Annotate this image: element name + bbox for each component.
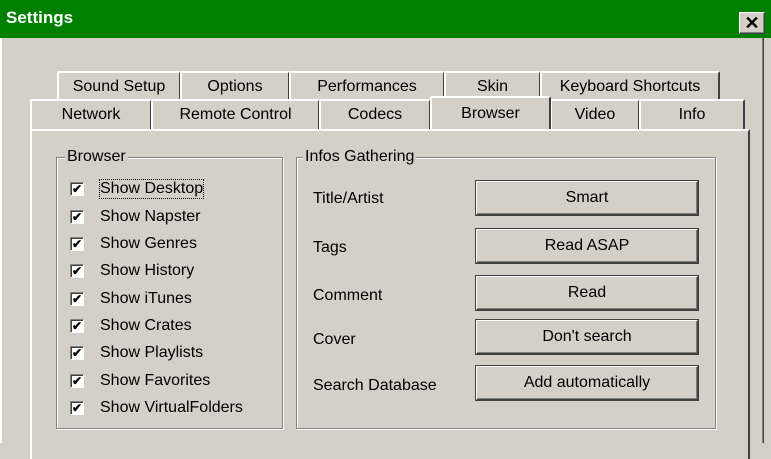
checkbox-label: Show Genres <box>100 235 197 252</box>
checkbox-show-favorites[interactable]: ✔ Show Favorites <box>70 369 210 393</box>
window-title: Settings <box>6 8 74 27</box>
tab-options[interactable]: Options <box>180 71 290 101</box>
tab-browser[interactable]: Browser <box>430 96 551 129</box>
check-icon: ✔ <box>71 292 83 306</box>
checkbox-box[interactable]: ✔ <box>70 210 84 224</box>
tab-network[interactable]: Network <box>30 99 152 129</box>
checkbox-label: Show Desktop <box>98 179 205 199</box>
checkbox-show-desktop[interactable]: ✔ Show Desktop <box>70 177 205 201</box>
check-icon: ✔ <box>71 374 83 388</box>
cover-label: Cover <box>313 331 356 348</box>
window-frame-right <box>763 38 764 443</box>
window-frame-left <box>0 38 2 443</box>
check-icon: ✔ <box>71 346 83 360</box>
checkbox-show-itunes[interactable]: ✔ Show iTunes <box>70 287 192 311</box>
tab-performances[interactable]: Performances <box>289 71 445 101</box>
check-icon: ✔ <box>71 401 83 415</box>
tags-button[interactable]: Read ASAP <box>476 229 698 263</box>
checkbox-box[interactable]: ✔ <box>70 374 84 388</box>
checkbox-label: Show History <box>100 262 195 279</box>
search-database-label: Search Database <box>313 377 437 394</box>
checkbox-show-napster[interactable]: ✔ Show Napster <box>70 205 201 229</box>
tab-remote-control[interactable]: Remote Control <box>151 99 320 129</box>
checkbox-show-genres[interactable]: ✔ Show Genres <box>70 232 197 256</box>
tab-codecs[interactable]: Codecs <box>319 99 431 129</box>
check-icon: ✔ <box>71 264 83 278</box>
checkbox-show-crates[interactable]: ✔ Show Crates <box>70 314 192 338</box>
checkbox-label: Show VirtualFolders <box>100 399 243 416</box>
title-artist-label: Title/Artist <box>313 190 384 207</box>
search-database-button[interactable]: Add automatically <box>476 366 698 400</box>
tab-sound-setup[interactable]: Sound Setup <box>57 71 181 101</box>
check-icon: ✔ <box>71 319 83 333</box>
checkbox-box[interactable]: ✔ <box>70 346 84 360</box>
check-icon: ✔ <box>71 210 83 224</box>
checkbox-box[interactable]: ✔ <box>70 237 84 251</box>
check-icon: ✔ <box>71 237 83 251</box>
checkbox-label: Show Crates <box>100 317 192 334</box>
infos-group-label: Infos Gathering <box>303 147 417 167</box>
checkbox-box[interactable]: ✔ <box>70 264 84 278</box>
checkbox-show-virtualfolders[interactable]: ✔ Show VirtualFolders <box>70 396 243 420</box>
checkbox-label: Show Playlists <box>100 344 204 361</box>
comment-button[interactable]: Read <box>476 276 698 310</box>
browser-group-label: Browser <box>65 147 128 167</box>
title-artist-button[interactable]: Smart <box>476 181 698 215</box>
tab-keyboard-shortcuts[interactable]: Keyboard Shortcuts <box>540 71 720 101</box>
checkbox-show-playlists[interactable]: ✔ Show Playlists <box>70 341 203 365</box>
checkbox-label: Show Favorites <box>100 372 211 389</box>
comment-label: Comment <box>313 287 383 304</box>
tags-label: Tags <box>313 239 347 256</box>
checkbox-label: Show Napster <box>100 208 201 225</box>
tab-info[interactable]: Info <box>639 99 745 129</box>
checkbox-box[interactable]: ✔ <box>70 401 84 415</box>
checkbox-label: Show iTunes <box>100 290 192 307</box>
close-button[interactable]: ✕ <box>739 12 765 34</box>
title-bar: Settings ✕ <box>0 0 771 38</box>
checkbox-show-history[interactable]: ✔ Show History <box>70 259 194 283</box>
checkbox-box[interactable]: ✔ <box>70 292 84 306</box>
close-icon: ✕ <box>744 13 760 33</box>
check-icon: ✔ <box>71 182 83 196</box>
checkbox-box[interactable]: ✔ <box>70 319 84 333</box>
cover-button[interactable]: Don't search <box>476 320 698 354</box>
tab-video[interactable]: Video <box>550 99 640 129</box>
checkbox-box[interactable]: ✔ <box>70 182 84 196</box>
